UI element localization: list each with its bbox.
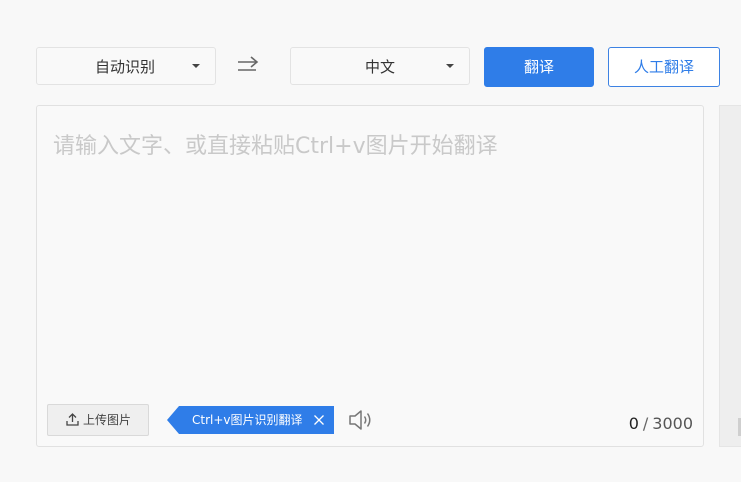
target-language-label: 中文 bbox=[365, 58, 396, 76]
upload-image-label: 上传图片 bbox=[83, 413, 132, 427]
character-count: 0 bbox=[628, 414, 639, 433]
language-toolbar: 自动识别 中文 翻译 人工翻译 bbox=[0, 0, 741, 100]
source-text-panel: 上传图片 Ctrl+v图片识别翻译 0/3000 bbox=[36, 105, 704, 447]
ocr-tag-label: Ctrl+v图片识别翻译 bbox=[192, 413, 303, 427]
source-language-select[interactable]: 自动识别 bbox=[36, 47, 216, 85]
upload-icon bbox=[66, 413, 79, 426]
character-limit: 3000 bbox=[652, 414, 693, 433]
source-language-label: 自动识别 bbox=[95, 58, 156, 76]
counter-separator: / bbox=[642, 414, 649, 433]
translate-button[interactable]: 翻译 bbox=[484, 47, 594, 87]
target-language-select[interactable]: 中文 bbox=[290, 47, 470, 85]
ocr-paste-tag[interactable]: Ctrl+v图片识别翻译 bbox=[167, 406, 334, 434]
upload-image-button[interactable]: 上传图片 bbox=[47, 404, 149, 436]
chevron-down-icon bbox=[446, 64, 454, 68]
source-text-input[interactable] bbox=[53, 128, 683, 388]
character-counter: 0/3000 bbox=[629, 414, 693, 433]
translator-page: 自动识别 中文 翻译 人工翻译 上传图片 Ctrl+v图片识别翻译 bbox=[0, 0, 741, 482]
chevron-down-icon bbox=[192, 64, 200, 68]
speaker-icon[interactable] bbox=[348, 408, 374, 432]
close-icon[interactable] bbox=[313, 414, 325, 426]
translation-output-panel bbox=[719, 105, 741, 447]
human-translate-button[interactable]: 人工翻译 bbox=[608, 47, 720, 87]
swap-arrow-icon[interactable] bbox=[236, 54, 260, 78]
